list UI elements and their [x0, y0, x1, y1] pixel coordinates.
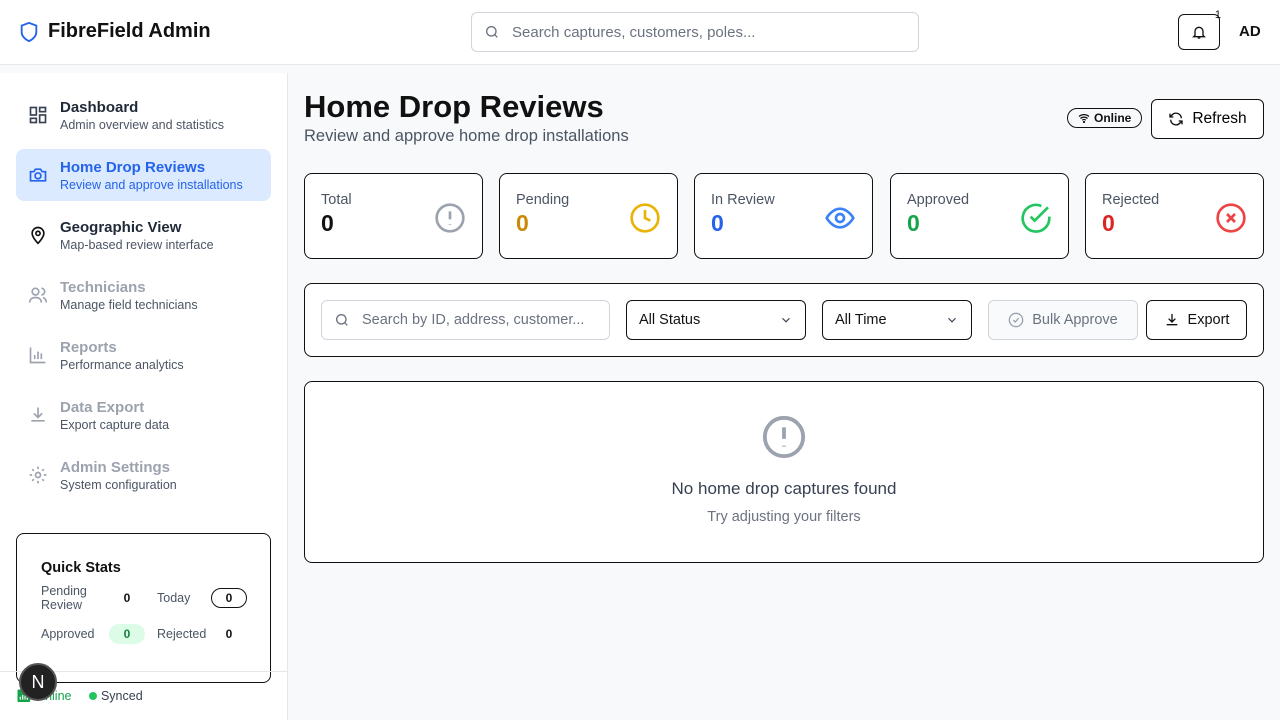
app-title: FibreField Admin: [48, 20, 211, 42]
sidebar-item-technicians[interactable]: Technicians Manage field technicians: [16, 269, 271, 321]
status-select[interactable]: All Status: [626, 300, 806, 340]
stat-card-total: Total 0: [304, 173, 483, 259]
search-placeholder: Search captures, customers, poles...: [512, 23, 756, 41]
shield-icon: [20, 21, 38, 42]
online-label: Online: [1094, 111, 1132, 125]
quick-stats-panel: Quick Stats Pending Review 0 Today 0 App…: [16, 533, 271, 683]
bell-icon: [1192, 26, 1206, 39]
search-icon: [486, 26, 498, 38]
stat-card-rejected: Rejected 0: [1085, 173, 1264, 259]
alert-circle-icon: [435, 203, 465, 233]
filter-bar: Search by ID, address, customer... All S…: [304, 283, 1264, 357]
search-placeholder: Search by ID, address, customer...: [362, 312, 585, 328]
alert-circle-icon: [762, 415, 806, 459]
bulk-approve-button[interactable]: Bulk Approve: [988, 300, 1138, 340]
today-value: 0: [211, 588, 247, 608]
nav-sub: Export capture data: [60, 417, 170, 432]
global-search-input[interactable]: Search captures, customers, poles...: [471, 12, 919, 52]
nav-sub: Review and approve installations: [60, 177, 243, 192]
empty-hint: Try adjusting your filters: [707, 509, 861, 525]
stat-card-pending: Pending 0: [499, 173, 678, 259]
refresh-icon: [1169, 112, 1184, 126]
nav-sub: Manage field technicians: [60, 297, 198, 312]
notification-badge: 1: [1214, 9, 1221, 21]
dashboard-icon: [29, 106, 47, 124]
users-icon: [28, 287, 48, 303]
review-search-input[interactable]: Search by ID, address, customer...: [321, 300, 610, 340]
nav-sub: Performance analytics: [60, 357, 184, 372]
sidebar-item-home-drop-reviews[interactable]: Home Drop Reviews Review and approve inst…: [16, 149, 271, 201]
nav-sub: System configuration: [60, 477, 177, 492]
download-icon: [31, 407, 45, 422]
chevron-down-icon: [782, 317, 790, 323]
approved-value: 0: [109, 624, 145, 644]
online-badge: Online: [1067, 108, 1143, 128]
eye-icon: [825, 207, 855, 229]
bulk-approve-label: Bulk Approve: [1032, 312, 1118, 328]
status-value: All Status: [639, 312, 701, 328]
nav-label: Reports: [60, 338, 117, 356]
nav-label: Technicians: [60, 278, 146, 296]
brand[interactable]: FibreField Admin: [18, 20, 211, 43]
page-subtitle: Review and approve home drop installatio…: [304, 127, 629, 145]
nav-label: Geographic View: [60, 218, 182, 236]
chevron-down-icon: [948, 317, 956, 323]
nav-label: Data Export: [60, 398, 145, 416]
wifi-icon: [1078, 114, 1090, 124]
sync-dot-icon: [89, 692, 98, 700]
clock-icon: [630, 203, 660, 233]
map-pin-icon: [31, 226, 45, 245]
nav-sub: Admin overview and statistics: [60, 117, 224, 132]
synced-label: Synced: [100, 689, 143, 703]
pending-label: Pending Review: [41, 584, 87, 612]
check-circle-icon: [1021, 203, 1051, 233]
search-icon: [336, 314, 348, 326]
nav-label: Admin Settings: [60, 458, 171, 476]
nav-label: Home Drop Reviews: [60, 158, 206, 176]
sidebar-item-dashboard[interactable]: Dashboard Admin overview and statistics: [16, 89, 271, 141]
empty-state: No home drop captures found Try adjustin…: [304, 381, 1264, 563]
nav-sub: Map-based review interface: [60, 237, 214, 252]
sidebar: Dashboard Admin overview and statistics H…: [0, 73, 288, 720]
refresh-button[interactable]: Refresh: [1151, 99, 1264, 139]
export-label: Export: [1187, 312, 1230, 328]
x-circle-icon: [1216, 203, 1246, 233]
top-bar: FibreField Admin Search captures, custom…: [0, 0, 1280, 65]
approved-label: Approved: [41, 627, 95, 641]
refresh-label: Refresh: [1192, 110, 1247, 127]
sidebar-item-reports[interactable]: Reports Performance analytics: [16, 329, 271, 381]
sidebar-item-geographic-view[interactable]: Geographic View Map-based review interfac…: [16, 209, 271, 261]
download-icon: [1166, 314, 1177, 326]
quick-stats-title: Quick Stats: [41, 560, 121, 576]
dev-tools-button[interactable]: N: [19, 663, 57, 701]
time-value: All Time: [835, 312, 887, 328]
time-select[interactable]: All Time: [822, 300, 972, 340]
avatar[interactable]: AD: [1239, 23, 1261, 40]
camera-icon: [29, 168, 47, 182]
empty-title: No home drop captures found: [671, 479, 897, 498]
today-label: Today: [157, 591, 191, 605]
nav-label: Dashboard: [60, 98, 139, 116]
export-button[interactable]: Export: [1146, 300, 1247, 340]
stat-card-approved: Approved 0: [890, 173, 1069, 259]
stat-card-in-review: In Review 0: [694, 173, 873, 259]
check-circle-icon: [1008, 312, 1024, 328]
sync-status: Synced: [89, 689, 143, 703]
bar-chart-icon: [29, 347, 46, 364]
rejected-label: Rejected: [157, 627, 207, 641]
sidebar-item-data-export[interactable]: Data Export Export capture data: [16, 389, 271, 441]
notifications-button[interactable]: 1: [1178, 9, 1221, 50]
pending-value: 0: [123, 591, 131, 605]
gear-icon: [29, 466, 47, 484]
rejected-value: 0: [225, 627, 233, 641]
page-title: Home Drop Reviews: [304, 89, 604, 124]
sidebar-item-admin-settings[interactable]: Admin Settings System configuration: [16, 449, 271, 501]
